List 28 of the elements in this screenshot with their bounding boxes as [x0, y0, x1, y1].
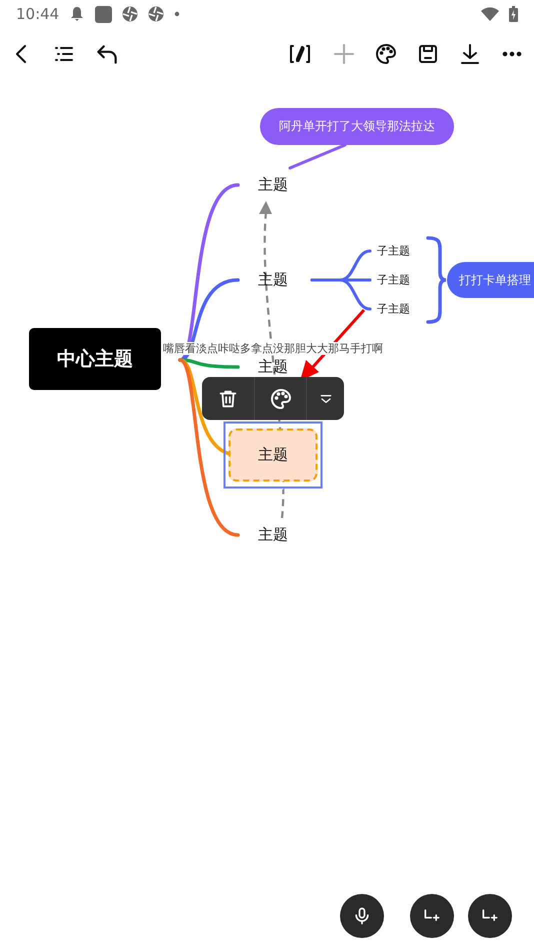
battery-icon [509, 6, 518, 22]
add-sibling-button[interactable] [468, 894, 512, 938]
add-child-button[interactable] [410, 894, 454, 938]
clock: 10:44 [16, 5, 60, 23]
subtopic-label[interactable]: 子主题 [377, 302, 410, 316]
save-icon[interactable] [416, 42, 440, 66]
selected-topic[interactable]: 主题 [224, 422, 322, 488]
dot-icon [174, 11, 180, 17]
app-icon [95, 6, 112, 22]
aperture-icon [148, 6, 164, 22]
wifi-icon [481, 7, 499, 21]
callout-bubble[interactable]: 阿丹单开打了大领导那法拉达 [260, 108, 454, 145]
download-icon[interactable] [458, 42, 482, 66]
note-text: 嘴唇看淡点咔哒多拿点没那胆大大那马手打啊 [163, 342, 383, 355]
voice-button[interactable] [340, 894, 384, 938]
topic-label[interactable]: 主题 [258, 526, 288, 544]
topic-label[interactable]: 主题 [258, 176, 288, 194]
callout-tail [288, 144, 346, 170]
topic-label[interactable]: 主题 [258, 358, 288, 376]
aperture-icon [122, 6, 138, 22]
palette-icon[interactable] [268, 386, 292, 410]
bell-icon [69, 6, 86, 22]
subtopic-label[interactable]: 子主题 [377, 272, 410, 288]
central-topic[interactable]: 中心主题 [29, 328, 161, 390]
summary-bubble[interactable]: 打打卡单搭理 [447, 262, 534, 298]
subtopic-label[interactable]: 子主题 [377, 244, 410, 258]
palette-icon[interactable] [374, 42, 398, 66]
topic-label[interactable]: 主题 [258, 270, 288, 290]
